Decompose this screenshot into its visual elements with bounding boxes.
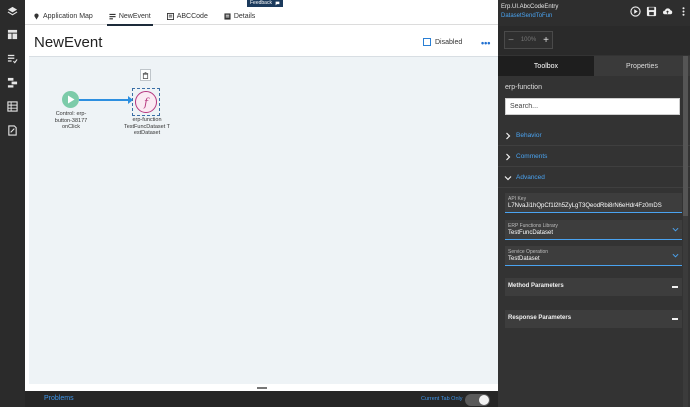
tab-newevent[interactable]: NewEvent [101, 7, 159, 26]
function-icon: f [135, 91, 157, 113]
response-parameters-row[interactable]: Response Parameters [505, 310, 682, 328]
tab-label: ABCCode [176, 12, 208, 20]
erp-library-select[interactable]: ERP Functions Library TestFuncDataset [505, 220, 682, 240]
chevron-down-icon [672, 252, 679, 259]
panel-subtitle[interactable]: DatasetSendToFun [501, 13, 552, 19]
accordion-behavior[interactable]: Behavior [498, 126, 690, 146]
zoom-value: 100% [520, 37, 537, 43]
cloud-upload-icon[interactable] [662, 6, 673, 17]
panel-header: Erp.UI.AbcCodeEntry DatasetSendToFun [498, 0, 690, 26]
save-icon[interactable] [646, 6, 657, 17]
document-edit-icon[interactable] [7, 125, 18, 136]
connection-edge[interactable] [79, 99, 131, 101]
zoom-out-button[interactable]: − [505, 35, 517, 46]
scrollbar-thumb[interactable] [683, 56, 688, 216]
method-parameters-row[interactable]: Method Parameters [505, 278, 682, 296]
map-pin-icon [34, 13, 39, 20]
list-check-icon[interactable] [7, 53, 18, 64]
tab-abccode[interactable]: ABCCode [159, 7, 216, 25]
play-circle-icon[interactable] [630, 6, 641, 17]
collapse-icon[interactable] [672, 318, 678, 320]
details-icon [224, 12, 231, 20]
tab-application-map[interactable]: Application Map [25, 7, 101, 25]
start-node-label: Control: erp- button-38177 onClick [47, 111, 95, 131]
service-operation-label: Service Operation [508, 249, 549, 255]
accordion-label: Behavior [516, 132, 542, 139]
response-parameters-label: Response Parameters [508, 315, 572, 321]
panel-title: Erp.UI.AbcCodeEntry [501, 4, 559, 10]
api-key-value: L7NvaJi1hQpCf1l2h5ZyLgT3QeodRbi8rN6eHdr4… [508, 203, 662, 209]
service-operation-value: TestDataset [508, 256, 540, 262]
more-vertical-icon[interactable] [678, 6, 689, 17]
chevron-right-icon [504, 153, 512, 161]
feedback-label: Feedback [250, 0, 272, 6]
trash-icon [142, 71, 149, 79]
service-operation-select[interactable]: Service Operation TestDataset [505, 246, 682, 266]
layers-icon[interactable] [7, 6, 18, 17]
tab-label: Application Map [43, 12, 93, 20]
feedback-button[interactable]: Feedback [247, 0, 283, 7]
section-label: erp-function [505, 84, 542, 91]
main-area: Feedback Application Map NewEvent ABCCod… [25, 0, 498, 407]
problems-link[interactable]: Problems [44, 395, 74, 402]
code-icon [166, 12, 174, 20]
tab-label: Details [233, 12, 256, 20]
current-tab-label: Current Tab Only [421, 396, 463, 402]
chat-icon [275, 1, 280, 6]
page-title: NewEvent [34, 34, 103, 51]
start-node-label-line: onClick [61, 124, 81, 130]
function-node-label: erp-function TestFuncDataset T estDatase… [119, 117, 175, 137]
accordion-advanced[interactable]: Advanced [498, 168, 690, 188]
method-parameters-label: Method Parameters [508, 283, 564, 289]
panel-scrollbar[interactable] [683, 56, 688, 407]
disabled-checkbox[interactable] [423, 38, 431, 46]
grid-layout-icon[interactable] [7, 29, 18, 40]
api-key-label: API Key [508, 196, 527, 202]
event-icon [109, 13, 116, 19]
zoom-row: − 100% + [498, 26, 690, 55]
chevron-down-icon [504, 174, 512, 182]
toolbox-search-input[interactable] [505, 98, 680, 115]
chevron-right-icon [504, 132, 512, 140]
function-node-label-line: estDataset [133, 130, 161, 136]
disabled-label: Disabled [435, 38, 463, 46]
zoom-control: − 100% + [504, 31, 553, 49]
erp-library-value: TestFuncDataset [508, 230, 554, 236]
accordion-comments[interactable]: Comments [498, 147, 690, 167]
title-row: NewEvent Disabled ••• [25, 26, 498, 54]
api-key-field[interactable]: API Key L7NvaJi1hQpCf1l2h5ZyLgT3QeodRbi8… [505, 193, 682, 213]
collapse-icon[interactable] [672, 286, 678, 288]
tab-toolbox[interactable]: Toolbox [498, 56, 594, 76]
erp-library-label: ERP Functions Library [508, 223, 558, 229]
event-canvas[interactable]: Control: erp- button-38177 onClick f erp… [29, 56, 498, 384]
accordion-label: Comments [516, 153, 548, 160]
panel-tabs: Toolbox Properties [498, 56, 690, 76]
tab-bar: Application Map NewEvent ABCCode Details [25, 7, 498, 26]
play-icon [68, 95, 75, 104]
properties-panel: Erp.UI.AbcCodeEntry DatasetSendToFun − 1… [498, 0, 690, 407]
zoom-in-button[interactable]: + [540, 35, 552, 46]
left-rail [0, 0, 25, 407]
resize-handle[interactable] [257, 387, 267, 389]
current-tab-toggle[interactable] [465, 394, 490, 406]
flow-icon[interactable] [7, 77, 18, 88]
table-icon[interactable] [7, 101, 18, 112]
bottom-bar: Problems Current Tab Only [25, 391, 498, 407]
function-node[interactable]: f [132, 88, 160, 116]
disabled-toggle[interactable]: Disabled [423, 38, 462, 46]
start-node[interactable] [62, 91, 79, 108]
tab-properties[interactable]: Properties [594, 56, 690, 76]
toggle-knob [479, 395, 489, 405]
delete-node-button[interactable] [140, 69, 151, 81]
tab-details[interactable]: Details [216, 7, 263, 25]
more-options-icon[interactable]: ••• [481, 38, 490, 48]
accordion-label: Advanced [516, 174, 545, 181]
tab-label: NewEvent [118, 12, 151, 20]
chevron-down-icon [672, 226, 679, 233]
